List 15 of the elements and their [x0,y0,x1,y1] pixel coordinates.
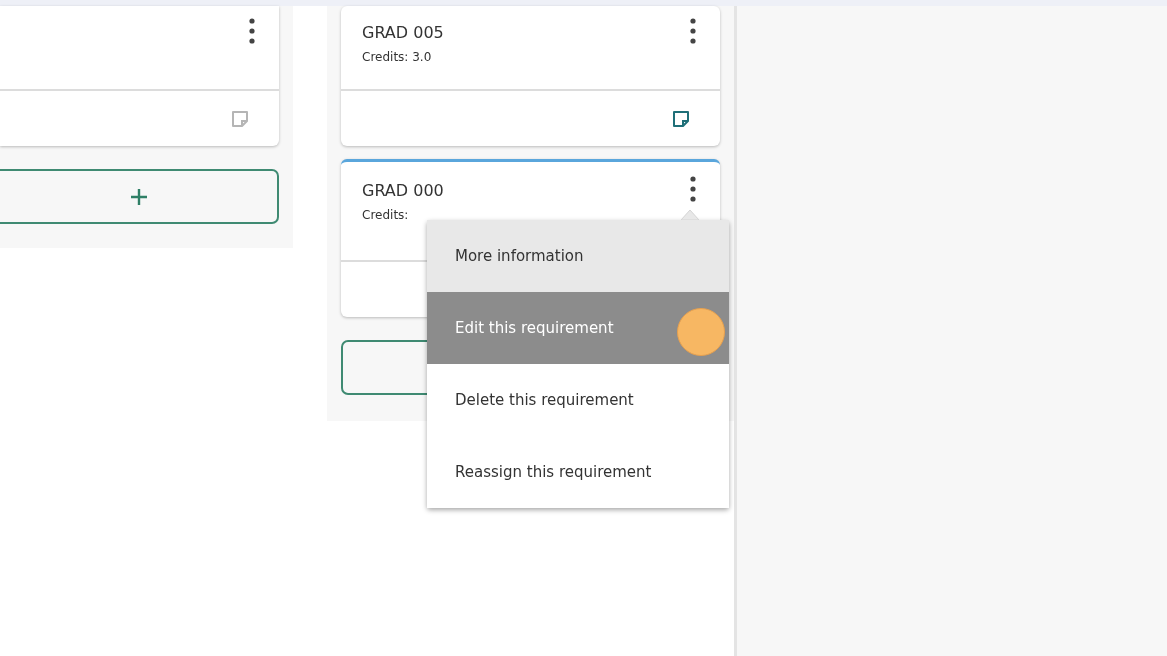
more-options-icon[interactable] [249,18,255,44]
course-code: GRAD 000 [362,180,444,202]
plus-icon [129,187,148,206]
menu-item[interactable]: Delete this requirement [427,364,729,436]
requirement-card[interactable]: GRAD 005 Credits: 3.0 [341,6,720,146]
course-code: GRAD 005 [362,22,444,44]
menu-item[interactable]: More information [427,220,729,292]
note-icon[interactable] [672,109,690,128]
credits-text: Credits: 3.0 [362,49,433,66]
more-options-icon[interactable] [690,18,696,44]
add-button[interactable] [0,169,279,224]
menu-item[interactable]: Reassign this requirement [427,436,729,508]
menu-pointer [681,209,699,220]
more-options-icon[interactable] [690,176,696,202]
credits-text: Credits: [362,207,410,224]
